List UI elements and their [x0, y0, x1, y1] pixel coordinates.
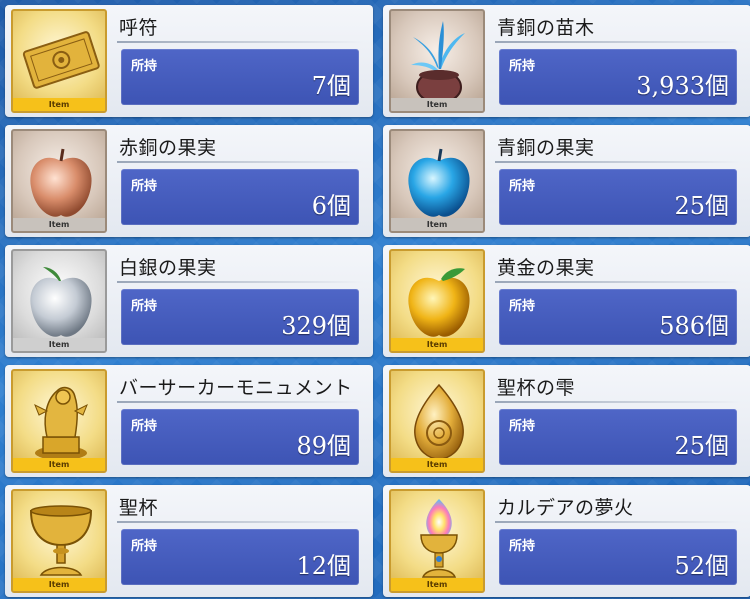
item-tag: Item [13, 98, 105, 111]
item-card-chaldea-lantern[interactable]: Item カルデアの夢火 所持 52個 [383, 485, 750, 597]
item-thumbnail: Item [11, 9, 107, 113]
item-tag: Item [391, 458, 483, 471]
count-panel: 所持 329個 [121, 289, 359, 345]
item-thumbnail: Item [389, 129, 485, 233]
item-thumbnail: Item [11, 129, 107, 233]
count-value: 89個 [296, 432, 351, 460]
divider [495, 521, 741, 523]
divider [117, 401, 363, 403]
count-value: 25個 [674, 432, 729, 460]
count-value: 25個 [674, 192, 729, 220]
divider [117, 161, 363, 163]
count-label: 所持 [509, 179, 536, 194]
count-value: 7個 [311, 72, 351, 100]
count-value: 329個 [281, 312, 351, 340]
item-tag: Item [391, 218, 483, 231]
count-panel: 所持 3,933個 [499, 49, 737, 105]
count-panel: 所持 25個 [499, 169, 737, 225]
count-label: 所持 [509, 539, 536, 554]
item-thumbnail: Item [389, 9, 485, 113]
item-thumbnail: Item [389, 249, 485, 353]
count-label: 所持 [509, 299, 536, 314]
count-label: 所持 [131, 419, 158, 434]
item-thumbnail: Item [11, 249, 107, 353]
item-tag: Item [13, 218, 105, 231]
item-card-berserker-monument[interactable]: Item バーサーカーモニュメント 所持 89個 [5, 365, 373, 477]
item-name: 聖杯 [119, 497, 159, 519]
item-tag: Item [13, 458, 105, 471]
item-tag: Item [391, 338, 483, 351]
count-value: 6個 [311, 192, 351, 220]
divider [117, 521, 363, 523]
count-panel: 所持 89個 [121, 409, 359, 465]
item-tag: Item [13, 578, 105, 591]
divider [117, 41, 363, 43]
count-label: 所持 [509, 419, 536, 434]
item-thumbnail: Item [389, 369, 485, 473]
count-label: 所持 [509, 59, 536, 74]
divider [117, 281, 363, 283]
item-inventory-grid: Item 呼符 所持 7個 Item 青銅の苗木 所持 3,933個 Item … [5, 5, 750, 597]
count-panel: 所持 52個 [499, 529, 737, 585]
divider [495, 41, 741, 43]
count-panel: 所持 25個 [499, 409, 737, 465]
count-label: 所持 [131, 299, 158, 314]
item-card-silver-fruit[interactable]: Item 白銀の果実 所持 329個 [5, 245, 373, 357]
item-card-holy-grail[interactable]: Item 聖杯 所持 12個 [5, 485, 373, 597]
item-name: 黄金の果実 [497, 257, 595, 279]
count-label: 所持 [131, 59, 158, 74]
item-name: 呼符 [119, 17, 159, 39]
item-tag: Item [391, 578, 483, 591]
item-name: 青銅の果実 [497, 137, 595, 159]
item-thumbnail: Item [389, 489, 485, 593]
count-value: 12個 [296, 552, 351, 580]
item-name: 青銅の苗木 [497, 17, 595, 39]
item-name: 赤銅の果実 [119, 137, 217, 159]
item-thumbnail: Item [11, 489, 107, 593]
item-card-grail-droplet[interactable]: Item 聖杯の雫 所持 25個 [383, 365, 750, 477]
item-tag: Item [13, 338, 105, 351]
count-value: 52個 [674, 552, 729, 580]
item-card-summon-ticket[interactable]: Item 呼符 所持 7個 [5, 5, 373, 117]
count-value: 586個 [659, 312, 729, 340]
count-panel: 所持 12個 [121, 529, 359, 585]
count-label: 所持 [131, 179, 158, 194]
count-label: 所持 [131, 539, 158, 554]
divider [495, 281, 741, 283]
item-tag: Item [391, 98, 483, 111]
item-card-golden-fruit[interactable]: Item 黄金の果実 所持 586個 [383, 245, 750, 357]
item-card-bronze-sapling[interactable]: Item 青銅の苗木 所持 3,933個 [383, 5, 750, 117]
item-name: 聖杯の雫 [497, 377, 576, 399]
item-name: カルデアの夢火 [497, 497, 634, 519]
count-panel: 所持 7個 [121, 49, 359, 105]
item-card-bronze-fruit[interactable]: Item 青銅の果実 所持 25個 [383, 125, 750, 237]
item-name: 白銀の果実 [119, 257, 217, 279]
count-value: 3,933個 [636, 72, 729, 100]
divider [495, 401, 741, 403]
item-thumbnail: Item [11, 369, 107, 473]
count-panel: 所持 586個 [499, 289, 737, 345]
item-name: バーサーカーモニュメント [119, 377, 353, 399]
divider [495, 161, 741, 163]
count-panel: 所持 6個 [121, 169, 359, 225]
item-card-copper-fruit[interactable]: Item 赤銅の果実 所持 6個 [5, 125, 373, 237]
